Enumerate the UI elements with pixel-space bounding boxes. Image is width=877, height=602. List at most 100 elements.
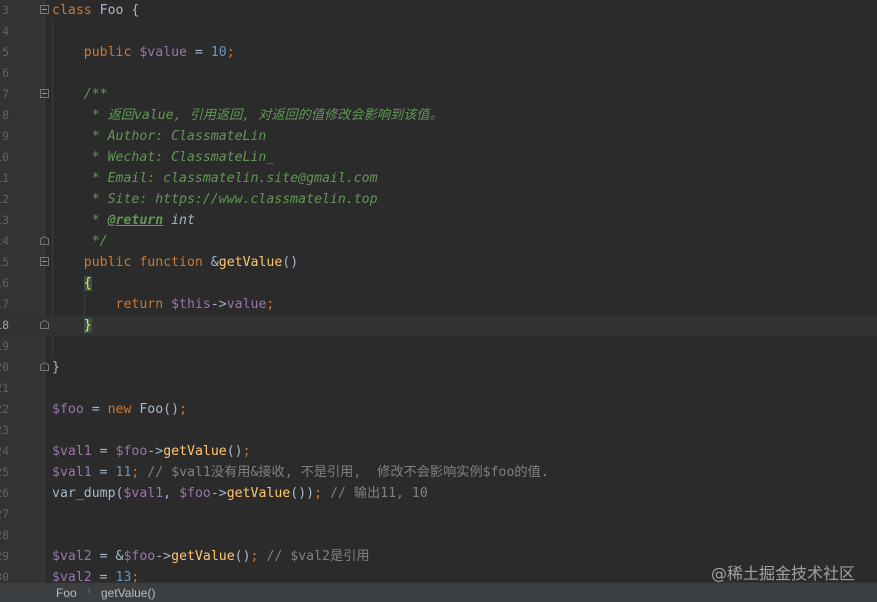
code-line-5[interactable]: 5 public $value = 10; [0,42,877,63]
code-text: $foo = new Foo(); [52,399,187,420]
code-token: 11 [115,465,132,480]
code-token: $val1 [52,444,92,459]
line-number[interactable]: 8 [0,105,9,126]
line-number[interactable]: 11 [0,168,9,189]
code-token: $foo [52,402,84,417]
code-line-24[interactable]: 24 $val1 = $foo->getValue(); [0,441,877,462]
code-line-19[interactable]: 19 [0,336,877,357]
line-number[interactable]: 22 [0,399,9,420]
code-line-10[interactable]: 10 * Wechat: ClassmateLin_ [0,147,877,168]
watermark: @稀土掘金技术社区 [710,564,855,582]
code-token: public function [52,255,211,270]
fold-collapse-icon[interactable] [40,257,49,266]
line-number[interactable]: 7 [0,84,9,105]
line-number[interactable]: 26 [0,483,9,504]
line-number[interactable]: 27 [0,504,9,525]
code-line-11[interactable]: 11 * Email: classmatelin.site@gmail.com [0,168,877,189]
code-token: } [83,318,92,333]
line-number[interactable]: 25 [0,462,9,483]
code-line-21[interactable]: 21 [0,378,877,399]
code-line-13[interactable]: 13 * @return int [0,210,877,231]
line-number[interactable]: 19 [0,336,9,357]
code-line-14[interactable]: 14 */ [0,231,877,252]
line-number[interactable]: 30 [0,567,9,582]
code-token: $val1 [52,465,92,480]
code-text: $val1 = $foo->getValue(); [52,441,251,462]
line-number[interactable]: 15 [0,252,9,273]
code-token: * 返回value, 引用返回, 对返回的值修改会影响到该值。 [52,108,443,123]
code-line-4[interactable]: 4 [0,21,877,42]
code-text: var_dump($val1, $foo->getValue()); // 输出… [52,483,428,504]
line-number[interactable]: 17 [0,294,9,315]
code-text: /** [52,84,108,105]
code-token: // $val1没有用&接收, 不是引用, 修改不会影响实例$foo的值. [147,465,549,480]
line-number[interactable]: 20 [0,357,9,378]
line-number[interactable]: 13 [0,210,9,231]
fold-collapse-icon[interactable] [40,5,49,14]
breadcrumb-item-class[interactable]: Foo [56,586,77,600]
code-token: ; [242,444,251,459]
line-number[interactable]: 4 [0,21,9,42]
code-token: ; [131,570,140,582]
line-number[interactable]: 14 [0,231,9,252]
line-number[interactable]: 24 [0,441,9,462]
fold-collapse-icon[interactable] [40,89,49,98]
fold-end-icon[interactable] [40,362,49,371]
code-token: $value [139,45,187,60]
code-line-20[interactable]: 20} [0,357,877,378]
breadcrumb: Foo › getValue() [0,582,877,602]
line-number[interactable]: 21 [0,378,9,399]
line-number[interactable]: 6 [0,63,9,84]
line-number[interactable]: 16 [0,273,9,294]
code-line-25[interactable]: 25 $val1 = 11; // $val1没有用&接收, 不是引用, 修改不会… [0,462,877,483]
breadcrumb-item-method[interactable]: getValue() [101,586,155,600]
code-text: * Author: ClassmateLin [52,126,267,147]
code-token: value [226,297,267,312]
code-editor[interactable]: 3 class Foo {4 5 public $value = 10; 6 7 /**… [0,0,877,582]
code-token: -> [210,486,227,501]
code-token: = [91,444,116,459]
code-line-16[interactable]: 16 { [0,273,877,294]
code-token: , [163,486,180,501]
line-number[interactable]: 9 [0,126,9,147]
code-line-26[interactable]: 26 var_dump($val1, $foo->getValue()); // … [0,483,877,504]
code-line-15[interactable]: 15 public function &getValue() [0,252,877,273]
code-token: () [234,549,251,564]
line-number[interactable]: 10 [0,147,9,168]
line-number[interactable]: 3 [0,0,9,21]
code-text: * Email: classmatelin.site@gmail.com [52,168,378,189]
line-number[interactable]: 23 [0,420,9,441]
code-line-7[interactable]: 7 /** [0,84,877,105]
code-line-6[interactable]: 6 [0,63,877,84]
code-token: () [226,444,243,459]
fold-end-icon[interactable] [40,320,49,329]
code-token: -> [147,444,164,459]
code-token: * Email: classmatelin.site@gmail.com [52,171,378,186]
code-line-27[interactable]: 27 [0,504,877,525]
code-line-22[interactable]: 22 $foo = new Foo(); [0,399,877,420]
fold-end-icon[interactable] [40,236,49,245]
code-line-12[interactable]: 12 * Site: https://www.classmatelin.top [0,189,877,210]
code-line-17[interactable]: 17 return $this->value; [0,294,877,315]
line-number[interactable]: 28 [0,525,9,546]
code-text: $val2 = 13; [52,567,139,582]
code-text: * @return int [52,210,195,231]
line-number[interactable]: 29 [0,546,9,567]
code-token: $val2 [52,570,92,582]
code-line-8[interactable]: 8 * 返回value, 引用返回, 对返回的值修改会影响到该值。 [0,105,877,126]
line-number[interactable]: 18 [0,315,9,336]
code-token: ()) [290,486,315,501]
code-line-18[interactable]: 18 } [0,315,877,336]
code-line-3[interactable]: 3 class Foo { [0,0,877,21]
chevron-right-icon: › [87,585,91,597]
line-number[interactable]: 5 [0,42,9,63]
code-line-9[interactable]: 9 * Author: ClassmateLin [0,126,877,147]
code-token: -> [155,549,172,564]
code-token: = [91,465,116,480]
code-line-28[interactable]: 28 [0,525,877,546]
code-line-23[interactable]: 23 [0,420,877,441]
code-token: $val2 [52,549,92,564]
line-number[interactable]: 12 [0,189,9,210]
code-token: * Author: ClassmateLin [52,129,267,144]
